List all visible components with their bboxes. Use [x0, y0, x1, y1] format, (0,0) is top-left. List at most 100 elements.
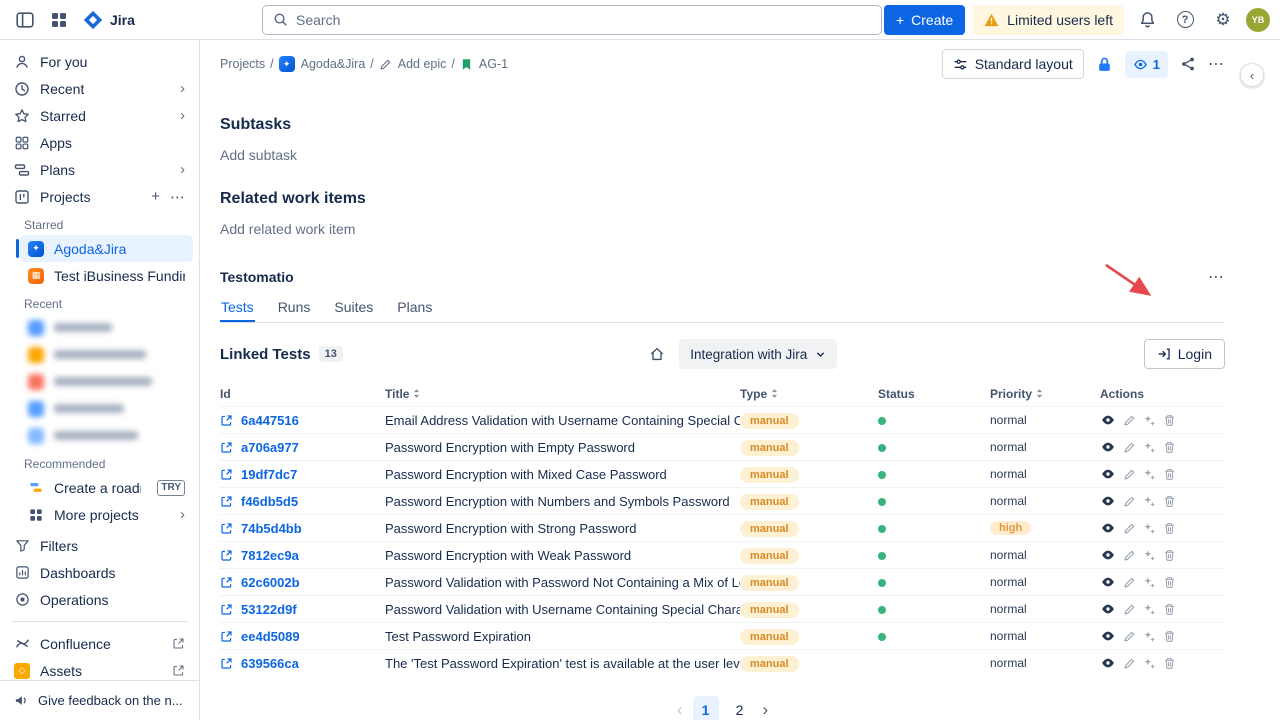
jira-logo[interactable]: Jira: [78, 9, 139, 31]
delete-test-button[interactable]: [1163, 522, 1176, 535]
sidebar-item-dashboards[interactable]: Dashboards: [6, 559, 193, 586]
sidebar-item-create-roadmap[interactable]: Create a roadmap TRY: [20, 474, 193, 501]
search-input[interactable]: [296, 12, 871, 28]
sidebar-item-recent[interactable]: Recent ›: [6, 75, 193, 102]
test-id-link[interactable]: 639566ca: [241, 656, 299, 671]
edit-test-button[interactable]: [1123, 441, 1136, 454]
breadcrumb-projects[interactable]: Projects: [220, 57, 265, 71]
test-id-link[interactable]: 62c6002b: [241, 575, 300, 590]
sidebar-item-projects[interactable]: Projects + ⋯: [6, 183, 193, 210]
layout-select-button[interactable]: Standard layout: [942, 49, 1084, 79]
login-button[interactable]: Login: [1144, 339, 1225, 369]
test-id-link[interactable]: 19df7dc7: [241, 467, 297, 482]
magic-wand-button[interactable]: [1143, 576, 1156, 589]
magic-wand-button[interactable]: [1143, 549, 1156, 562]
settings-button[interactable]: ⚙: [1208, 5, 1238, 35]
magic-wand-button[interactable]: [1143, 441, 1156, 454]
recent-project-item[interactable]: [20, 341, 193, 368]
more-actions-button[interactable]: ⋯: [1208, 54, 1225, 74]
test-id-link[interactable]: 74b5d4bb: [241, 521, 302, 536]
view-test-button[interactable]: [1100, 493, 1116, 509]
lock-icon[interactable]: [1096, 56, 1113, 73]
edit-test-button[interactable]: [1123, 657, 1136, 670]
add-subtask-button[interactable]: Add subtask: [220, 147, 1225, 163]
sidebar-item-apps[interactable]: Apps: [6, 129, 193, 156]
view-test-button[interactable]: [1100, 655, 1116, 671]
delete-test-button[interactable]: [1163, 603, 1176, 616]
test-id-link[interactable]: 53122d9f: [241, 602, 297, 617]
sidebar-item-plans[interactable]: Plans ›: [6, 156, 193, 183]
pagination-page-1[interactable]: 1: [693, 696, 719, 720]
integration-dropdown[interactable]: Integration with Jira: [679, 339, 837, 369]
collapse-panel-button[interactable]: ‹: [1240, 63, 1264, 87]
sidebar-item-operations[interactable]: Operations: [6, 586, 193, 613]
magic-wand-button[interactable]: [1143, 414, 1156, 427]
edit-test-button[interactable]: [1123, 549, 1136, 562]
sidebar-toggle-button[interactable]: [10, 5, 40, 35]
tab-runs[interactable]: Runs: [277, 299, 312, 322]
app-switcher-button[interactable]: [44, 5, 74, 35]
sidebar-item-starred[interactable]: Starred ›: [6, 102, 193, 129]
add-project-button[interactable]: +: [151, 188, 160, 206]
view-test-button[interactable]: [1100, 601, 1116, 617]
projects-more-button[interactable]: ⋯: [170, 188, 185, 206]
recent-project-item[interactable]: [20, 314, 193, 341]
pagination-prev-button[interactable]: ‹: [677, 700, 683, 720]
view-test-button[interactable]: [1100, 520, 1116, 536]
test-id-link[interactable]: 7812ec9a: [241, 548, 299, 563]
magic-wand-button[interactable]: [1143, 522, 1156, 535]
project-item-agoda-jira[interactable]: ✦ Agoda&Jira: [20, 235, 193, 262]
edit-test-button[interactable]: [1123, 414, 1136, 427]
test-id-link[interactable]: 6a447516: [241, 413, 299, 428]
share-icon[interactable]: [1180, 56, 1196, 72]
edit-test-button[interactable]: [1123, 522, 1136, 535]
delete-test-button[interactable]: [1163, 495, 1176, 508]
view-test-button[interactable]: [1100, 412, 1116, 428]
limited-users-button[interactable]: Limited users left: [973, 5, 1124, 35]
delete-test-button[interactable]: [1163, 414, 1176, 427]
sidebar-item-assets[interactable]: ◇ Assets: [6, 657, 193, 680]
sidebar-item-for-you[interactable]: For you: [6, 48, 193, 75]
project-item-test-ibusiness[interactable]: ▦ Test iBusiness Funding: [20, 262, 193, 289]
help-button[interactable]: ?: [1170, 5, 1200, 35]
view-test-button[interactable]: [1100, 439, 1116, 455]
column-header-type[interactable]: Type: [740, 387, 878, 401]
edit-test-button[interactable]: [1123, 495, 1136, 508]
add-related-work-button[interactable]: Add related work item: [220, 221, 1225, 237]
delete-test-button[interactable]: [1163, 576, 1176, 589]
tab-plans[interactable]: Plans: [396, 299, 433, 322]
edit-test-button[interactable]: [1123, 576, 1136, 589]
delete-test-button[interactable]: [1163, 657, 1176, 670]
pagination-next-button[interactable]: ›: [763, 700, 769, 720]
tab-tests[interactable]: Tests: [220, 299, 255, 322]
test-id-link[interactable]: f46db5d5: [241, 494, 298, 509]
breadcrumb-issue[interactable]: AG-1: [460, 57, 508, 71]
global-search[interactable]: [262, 5, 882, 35]
create-button[interactable]: + Create: [884, 5, 965, 35]
delete-test-button[interactable]: [1163, 441, 1176, 454]
home-icon[interactable]: [649, 346, 665, 362]
magic-wand-button[interactable]: [1143, 603, 1156, 616]
magic-wand-button[interactable]: [1143, 468, 1156, 481]
magic-wand-button[interactable]: [1143, 495, 1156, 508]
column-header-title[interactable]: Title: [385, 387, 740, 401]
feedback-button[interactable]: Give feedback on the n...: [0, 680, 199, 720]
sidebar-item-more-projects[interactable]: More projects ›: [20, 501, 193, 528]
test-id-link[interactable]: ee4d5089: [241, 629, 300, 644]
recent-project-item[interactable]: [20, 368, 193, 395]
recent-project-item[interactable]: [20, 422, 193, 449]
tab-suites[interactable]: Suites: [333, 299, 374, 322]
view-test-button[interactable]: [1100, 574, 1116, 590]
delete-test-button[interactable]: [1163, 549, 1176, 562]
testomatio-more-button[interactable]: ⋯: [1208, 267, 1225, 287]
view-test-button[interactable]: [1100, 547, 1116, 563]
watchers-button[interactable]: 1: [1125, 51, 1168, 78]
delete-test-button[interactable]: [1163, 468, 1176, 481]
view-test-button[interactable]: [1100, 466, 1116, 482]
recent-project-item[interactable]: [20, 395, 193, 422]
sidebar-item-filters[interactable]: Filters: [6, 532, 193, 559]
user-avatar[interactable]: YB: [1246, 8, 1270, 32]
sidebar-item-confluence[interactable]: Confluence: [6, 630, 193, 657]
edit-test-button[interactable]: [1123, 468, 1136, 481]
edit-test-button[interactable]: [1123, 603, 1136, 616]
